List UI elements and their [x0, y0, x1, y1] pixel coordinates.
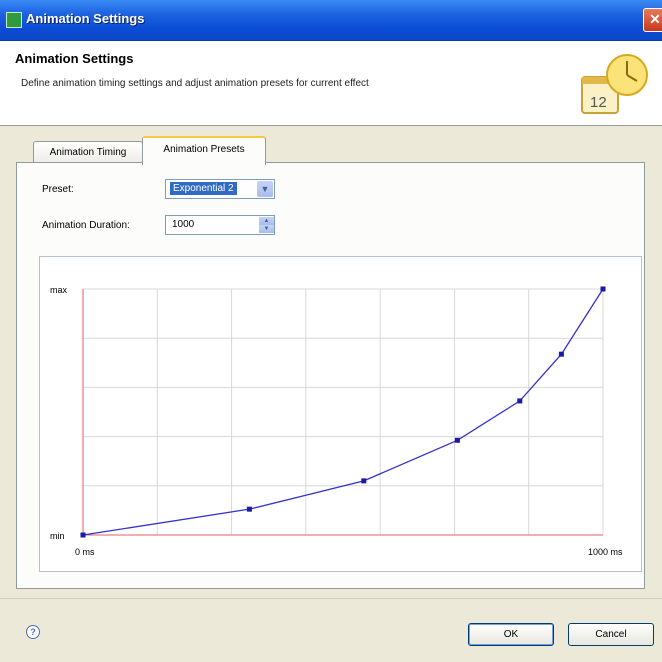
help-icon[interactable]: ? — [26, 625, 40, 639]
y-label-min: min — [50, 531, 65, 541]
chevron-down-icon[interactable]: ▼ — [257, 181, 273, 197]
series-points — [80, 286, 606, 538]
header-title: Animation Settings — [15, 51, 134, 66]
duration-label: Animation Duration: — [42, 220, 130, 231]
tab-animation-timing[interactable]: Animation Timing — [33, 141, 143, 164]
curve-control-point[interactable] — [80, 532, 86, 538]
x-label-end: 1000 ms — [588, 547, 623, 557]
window-title: Animation Settings — [26, 11, 145, 26]
preset-selected-value: Exponential 2 — [170, 182, 237, 195]
spin-up-icon[interactable]: ▲ — [259, 217, 274, 225]
preset-dropdown[interactable]: Exponential 2 ▼ — [165, 179, 275, 199]
duration-stepper[interactable]: 1000 ▲ ▼ — [165, 215, 275, 235]
preset-label: Preset: — [42, 184, 74, 195]
curve-control-point[interactable] — [361, 478, 367, 484]
close-button[interactable]: ✕ — [643, 8, 662, 32]
spin-down-icon[interactable]: ▼ — [259, 225, 274, 233]
curve-control-point[interactable] — [558, 351, 564, 357]
app-icon — [6, 12, 22, 28]
title-bar: Animation Settings ✕ — [0, 0, 662, 41]
curve-control-point[interactable] — [600, 286, 606, 292]
duration-value: 1000 — [172, 219, 195, 230]
y-label-max: max — [50, 285, 68, 295]
ok-button[interactable]: OK — [468, 623, 554, 646]
animation-curve-chart: max min 0 ms 1000 ms — [39, 256, 642, 572]
x-label-start: 0 ms — [75, 547, 95, 557]
curve-control-point[interactable] — [454, 437, 460, 443]
calendar-number: 12 — [590, 94, 607, 111]
chart-grid — [83, 288, 604, 535]
clock-calendar-icon: 12 — [581, 54, 648, 114]
curve-control-point[interactable] — [517, 398, 523, 404]
footer-separator — [0, 598, 662, 599]
cancel-button[interactable]: Cancel — [568, 623, 654, 646]
tab-animation-presets[interactable]: Animation Presets — [142, 136, 266, 165]
series-line — [82, 288, 604, 536]
curve-control-point[interactable] — [246, 506, 252, 512]
header-description: Define animation timing settings and adj… — [21, 78, 369, 89]
curve-svg: max min 0 ms 1000 ms — [50, 285, 623, 557]
dialog-header: Animation Settings Define animation timi… — [0, 41, 662, 126]
